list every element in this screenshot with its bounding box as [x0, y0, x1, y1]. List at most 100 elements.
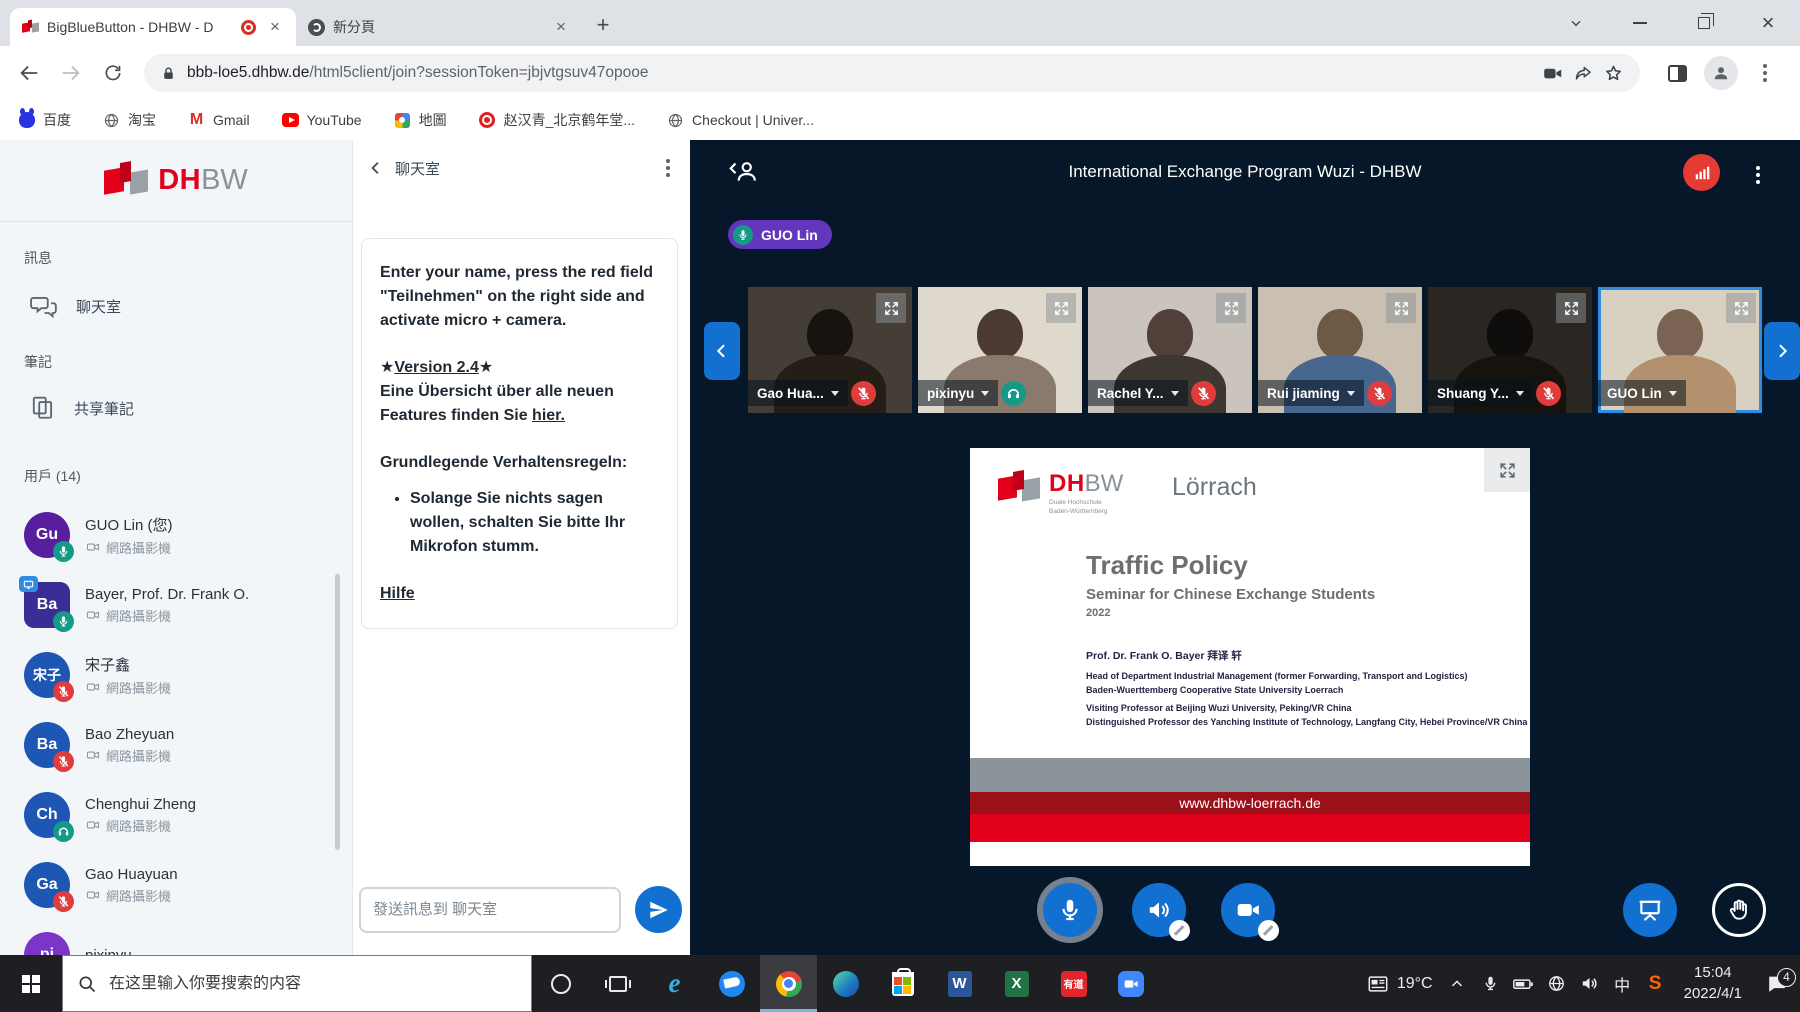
show-hidden-icons-button[interactable]	[1441, 975, 1474, 993]
fullscreen-icon[interactable]	[876, 293, 906, 323]
forward-button[interactable]	[50, 52, 92, 94]
taskbar-clock[interactable]: 15:042022/4/1	[1672, 963, 1754, 1004]
taskbar-excel[interactable]: X	[988, 955, 1045, 1012]
webcam-share-button[interactable]	[1221, 883, 1275, 937]
share-icon[interactable]	[1573, 63, 1593, 83]
taskbar-search-input[interactable]	[109, 975, 517, 993]
fullscreen-icon[interactable]	[1386, 293, 1416, 323]
clock-time: 15:04	[1684, 963, 1742, 983]
user-list-item[interactable]: Ch Chenghui Zheng 網路攝影機	[0, 780, 352, 850]
side-panel-button[interactable]	[1656, 52, 1698, 94]
video-user-dropdown[interactable]: pixinyu	[918, 380, 998, 406]
mic-muted-badge-icon	[1536, 381, 1561, 406]
weather-temperature[interactable]: 19°C	[1395, 975, 1441, 993]
next-videos-button[interactable]	[1764, 322, 1800, 380]
chat-message-input[interactable]	[359, 887, 621, 933]
sidebar-item-public-chat[interactable]: 聊天室	[30, 288, 121, 324]
taskbar-chrome-active[interactable]	[760, 955, 817, 1012]
raise-hand-button[interactable]	[1712, 883, 1766, 937]
person-silhouette	[807, 309, 853, 359]
bookmark-heniantang[interactable]: 赵汉青_北京鹤年堂...	[479, 110, 635, 130]
taskbar-word[interactable]: W	[931, 955, 988, 1012]
mute-microphone-button[interactable]	[1043, 883, 1097, 937]
tray-microphone-icon[interactable]	[1474, 975, 1507, 992]
connection-status-button[interactable]	[1683, 154, 1720, 191]
user-list-item[interactable]: Gu GUO Lin (您) 網路攝影機	[0, 500, 352, 570]
taskbar-microsoft-store[interactable]	[874, 955, 931, 1012]
taskbar-cortana-button[interactable]	[532, 955, 589, 1012]
user-list-item[interactable]: Ga Gao Huayuan 網路攝影機	[0, 850, 352, 920]
action-center-button[interactable]: 4	[1754, 973, 1800, 995]
back-button[interactable]	[8, 52, 50, 94]
help-link[interactable]: Hilfe	[380, 585, 415, 602]
tab-title: BigBlueButton - DHBW - D	[47, 19, 233, 35]
audio-device-badge[interactable]	[1169, 920, 1190, 941]
tab-close-button[interactable]: ×	[550, 16, 572, 38]
browser-dropdown-button[interactable]	[1544, 0, 1608, 46]
taskbar-edge[interactable]	[817, 955, 874, 1012]
bookmark-youtube[interactable]: YouTube	[282, 112, 362, 129]
version-link[interactable]: Version 2.4	[394, 359, 479, 376]
profile-avatar[interactable]	[1704, 56, 1738, 90]
browser-menu-button[interactable]	[1744, 52, 1786, 94]
camera-in-use-icon[interactable]	[1542, 63, 1563, 84]
meeting-options-menu-button[interactable]	[1750, 160, 1766, 190]
video-user-dropdown[interactable]: GUO Lin	[1598, 380, 1686, 406]
close-button[interactable]: ×	[1736, 0, 1800, 46]
bookmark-maps[interactable]: 地圖	[394, 110, 447, 130]
tab-bigbluebutton[interactable]: BigBlueButton - DHBW - D ×	[10, 8, 296, 46]
video-user-dropdown[interactable]: Shuang Y...	[1428, 380, 1533, 406]
sidebar-item-shared-notes[interactable]: 共享筆記	[30, 390, 134, 426]
tab-close-button[interactable]: ×	[264, 16, 286, 38]
address-bar[interactable]: bbb-loe5.dhbw.de/html5client/join?sessio…	[144, 54, 1640, 92]
bookmark-gmail[interactable]: MGmail	[188, 112, 250, 129]
minimize-button[interactable]	[1608, 0, 1672, 46]
taskbar-zoom[interactable]	[1102, 955, 1159, 1012]
video-user-dropdown[interactable]: Rachel Y...	[1088, 380, 1188, 406]
webcam-device-badge[interactable]	[1258, 920, 1279, 941]
back-chevron-icon[interactable]	[367, 159, 385, 177]
slide-fullscreen-button[interactable]	[1484, 448, 1530, 492]
user-list-item[interactable]: Ba Bayer, Prof. Dr. Frank O. 網路攝影機	[0, 570, 352, 640]
bookmark-checkout[interactable]: Checkout | Univer...	[667, 112, 814, 129]
features-link[interactable]: hier.	[532, 407, 565, 424]
tab-new-page[interactable]: 新分頁 ×	[296, 8, 582, 46]
previous-videos-button[interactable]	[704, 322, 740, 380]
talking-indicator[interactable]: GUO Lin	[728, 220, 832, 249]
user-list-item[interactable]: Ba Bao Zheyuan 網路攝影機	[0, 710, 352, 780]
send-message-button[interactable]	[635, 886, 682, 933]
chat-options-menu-button[interactable]	[660, 153, 676, 183]
browser-toolbar: bbb-loe5.dhbw.de/html5client/join?sessio…	[0, 46, 1800, 100]
taskbar-youdao[interactable]: 有道	[1045, 955, 1102, 1012]
fullscreen-icon[interactable]	[1556, 293, 1586, 323]
tray-network-icon[interactable]	[1540, 974, 1573, 993]
news-weather-button[interactable]	[1362, 973, 1395, 995]
taskbar-dingtalk[interactable]	[703, 955, 760, 1012]
bookmark-taobao[interactable]: 淘宝	[103, 110, 156, 130]
taskbar-task-view-button[interactable]	[589, 955, 646, 1012]
ime-indicator[interactable]: 中	[1606, 972, 1639, 996]
fullscreen-icon[interactable]	[1726, 293, 1756, 323]
tray-battery-icon[interactable]	[1507, 973, 1540, 995]
store-icon	[892, 972, 914, 996]
browser-tab-bar: BigBlueButton - DHBW - D × 新分頁 × + ×	[0, 0, 1800, 46]
restore-button[interactable]	[1672, 0, 1736, 46]
audio-speaker-button[interactable]	[1132, 883, 1186, 937]
new-tab-button[interactable]: +	[588, 10, 618, 40]
restore-presentation-button[interactable]	[1623, 883, 1677, 937]
bookmark-star-icon[interactable]	[1603, 63, 1624, 84]
bookmark-baidu[interactable]: 百度	[18, 110, 71, 130]
video-user-dropdown[interactable]: Gao Hua...	[748, 380, 848, 406]
fullscreen-icon[interactable]	[1046, 293, 1076, 323]
fullscreen-icon[interactable]	[1216, 293, 1246, 323]
user-list-item[interactable]: 宋子 宋子鑫 網路攝影機	[0, 640, 352, 710]
user-list-item[interactable]: pi pixinyu	[0, 920, 352, 955]
userlist-scrollbar[interactable]	[335, 574, 340, 850]
taskbar-search-box[interactable]	[62, 955, 532, 1012]
video-user-dropdown[interactable]: Rui jiaming	[1258, 380, 1364, 406]
sogou-input-icon[interactable]: S	[1639, 973, 1672, 995]
tray-volume-icon[interactable]	[1573, 974, 1606, 993]
start-button[interactable]	[0, 955, 62, 1012]
taskbar-internet-explorer[interactable]: e	[646, 955, 703, 1012]
reload-button[interactable]	[92, 52, 134, 94]
